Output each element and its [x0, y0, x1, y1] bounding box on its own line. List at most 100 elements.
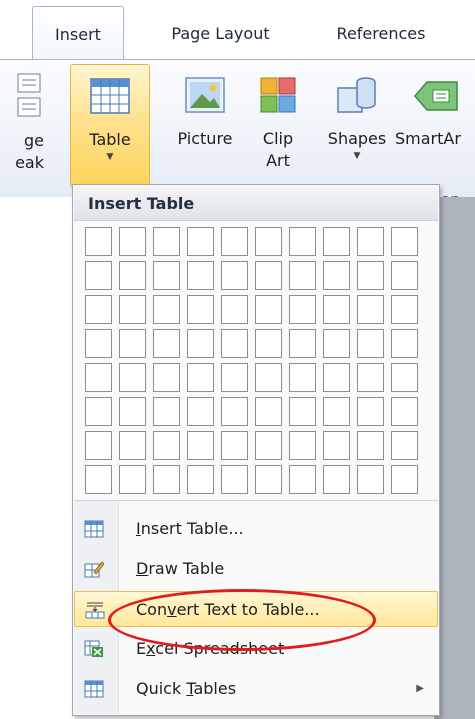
table-grid-cell[interactable] [391, 397, 418, 426]
table-grid-cell[interactable] [187, 261, 214, 290]
clip-art-button[interactable]: Clip Art [248, 64, 308, 172]
table-grid-cell[interactable] [187, 431, 214, 460]
page-break-button[interactable]: ge eak [0, 72, 44, 174]
table-grid-cell[interactable] [323, 329, 350, 358]
table-grid-cell[interactable] [119, 295, 146, 324]
table-grid-cell[interactable] [255, 397, 282, 426]
table-grid-cell[interactable] [255, 261, 282, 290]
table-grid-cell[interactable] [221, 397, 248, 426]
table-grid-cell[interactable] [119, 227, 146, 256]
table-grid-cell[interactable] [391, 465, 418, 494]
table-grid-cell[interactable] [357, 329, 384, 358]
table-grid-cell[interactable] [85, 329, 112, 358]
table-grid-cell[interactable] [119, 465, 146, 494]
table-grid-cell[interactable] [85, 397, 112, 426]
table-grid-cell[interactable] [153, 261, 180, 290]
table-grid-cell[interactable] [187, 295, 214, 324]
table-grid-cell[interactable] [153, 295, 180, 324]
table-grid-cell[interactable] [153, 363, 180, 392]
tab-references[interactable]: References [322, 10, 440, 60]
table-grid-cell[interactable] [85, 227, 112, 256]
table-grid-cell[interactable] [153, 431, 180, 460]
table-grid-cell[interactable] [255, 227, 282, 256]
table-grid-cell[interactable] [187, 329, 214, 358]
table-grid-cell[interactable] [187, 397, 214, 426]
table-grid-cell[interactable] [255, 363, 282, 392]
table-grid-cell[interactable] [289, 261, 316, 290]
picture-button[interactable]: Picture [170, 64, 240, 150]
menu-item-convert-text-to-table[interactable]: Convert Text to Table... [74, 591, 438, 627]
table-grid-cell[interactable] [221, 295, 248, 324]
table-grid-cell[interactable] [357, 227, 384, 256]
picture-icon [185, 77, 225, 113]
table-grid-cell[interactable] [187, 227, 214, 256]
table-grid-cell[interactable] [85, 465, 112, 494]
menu-item-insert-table[interactable]: Insert Table... [74, 511, 438, 547]
table-grid-cell[interactable] [357, 261, 384, 290]
table-grid-cell[interactable] [391, 431, 418, 460]
table-grid-cell[interactable] [85, 295, 112, 324]
menu-item-draw-table[interactable]: Draw Table [74, 551, 438, 587]
table-grid-cell[interactable] [153, 397, 180, 426]
table-grid-cell[interactable] [221, 329, 248, 358]
table-grid-cell[interactable] [221, 465, 248, 494]
table-grid-cell[interactable] [119, 329, 146, 358]
table-grid-cell[interactable] [153, 329, 180, 358]
table-grid-cell[interactable] [221, 227, 248, 256]
table-grid-cell[interactable] [187, 363, 214, 392]
table-grid-cell[interactable] [323, 465, 350, 494]
table-grid-cell[interactable] [153, 465, 180, 494]
table-grid-cell[interactable] [289, 465, 316, 494]
table-grid-cell[interactable] [357, 431, 384, 460]
table-grid-cell[interactable] [255, 329, 282, 358]
table-grid-cell[interactable] [323, 431, 350, 460]
table-grid-cell[interactable] [357, 295, 384, 324]
table-grid-cell[interactable] [289, 363, 316, 392]
table-grid-cell[interactable] [357, 465, 384, 494]
table-grid-cell[interactable] [119, 431, 146, 460]
insert-table-dropdown: Insert Table Insert Table... Draw Table … [72, 184, 440, 716]
table-grid-cell[interactable] [255, 431, 282, 460]
background-panel [434, 197, 475, 719]
table-grid-cell[interactable] [357, 363, 384, 392]
menu-item-label: Quick Tables [136, 679, 237, 698]
table-grid-cell[interactable] [119, 397, 146, 426]
table-grid-cell[interactable] [391, 295, 418, 324]
table-grid-cell[interactable] [323, 397, 350, 426]
insert-table-icon [84, 520, 104, 538]
menu-item-excel-spreadsheet[interactable]: Excel Spreadsheet [74, 631, 438, 667]
table-button[interactable]: Table ▼ [70, 64, 150, 188]
table-grid-cell[interactable] [85, 261, 112, 290]
table-grid-cell[interactable] [289, 431, 316, 460]
table-grid-cell[interactable] [221, 261, 248, 290]
table-grid-cell[interactable] [289, 329, 316, 358]
table-grid-cell[interactable] [255, 295, 282, 324]
table-grid-cell[interactable] [323, 261, 350, 290]
table-grid-cell[interactable] [85, 363, 112, 392]
table-grid-cell[interactable] [323, 295, 350, 324]
table-grid-cell[interactable] [255, 465, 282, 494]
tab-page-layout[interactable]: Page Layout [158, 10, 283, 60]
shapes-button[interactable]: Shapes ▼ [318, 64, 396, 162]
menu-item-quick-tables[interactable]: Quick Tables ▶ [74, 671, 438, 707]
table-grid-cell[interactable] [119, 363, 146, 392]
table-grid-cell[interactable] [391, 227, 418, 256]
table-grid-cell[interactable] [187, 465, 214, 494]
table-grid-cell[interactable] [323, 363, 350, 392]
table-grid-cell[interactable] [85, 431, 112, 460]
tab-insert[interactable]: Insert [32, 6, 124, 60]
table-grid-cell[interactable] [289, 397, 316, 426]
table-grid-cell[interactable] [323, 227, 350, 256]
smartart-button[interactable]: SmartAr [395, 64, 475, 150]
table-grid-cell[interactable] [289, 227, 316, 256]
table-icon [90, 78, 130, 114]
table-grid-cell[interactable] [221, 431, 248, 460]
table-grid-cell[interactable] [221, 363, 248, 392]
table-grid-cell[interactable] [391, 363, 418, 392]
table-grid-cell[interactable] [289, 295, 316, 324]
table-grid-cell[interactable] [357, 397, 384, 426]
table-grid-cell[interactable] [153, 227, 180, 256]
table-grid-cell[interactable] [391, 261, 418, 290]
table-grid-cell[interactable] [119, 261, 146, 290]
table-grid-cell[interactable] [391, 329, 418, 358]
